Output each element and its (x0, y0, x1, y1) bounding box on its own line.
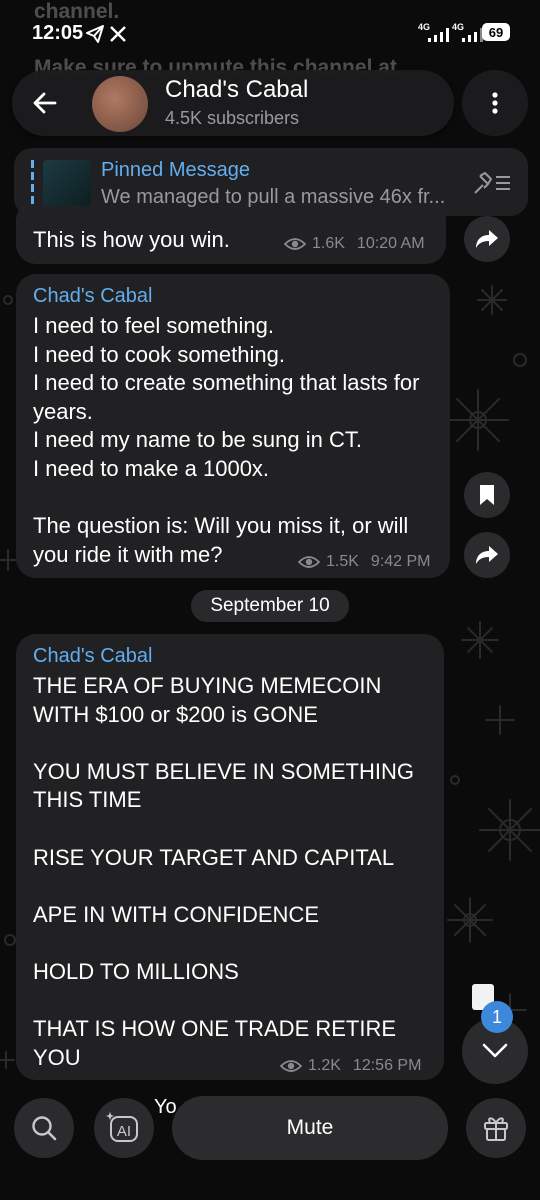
share-icon (476, 546, 498, 564)
back-button[interactable] (18, 76, 72, 130)
share-button[interactable] (464, 532, 510, 578)
message-time: 12:56 PM (352, 1057, 422, 1074)
unread-badge: 1 (481, 1001, 513, 1033)
channel-title: Chad's Cabal (165, 76, 309, 103)
more-options-button[interactable] (462, 70, 528, 136)
battery-indicator: 69 (482, 23, 510, 41)
channel-header[interactable]: Chad's Cabal 4.5K subscribers (12, 70, 454, 136)
message-time: 10:20 AM (356, 235, 425, 252)
message-meta: 1.2K 12:56 PM (280, 1057, 421, 1075)
back-icon (33, 92, 57, 114)
status-bar: 12:05 4G 4G 69 (0, 0, 540, 66)
eye-icon (298, 556, 320, 568)
view-count: 1.6K (312, 235, 345, 252)
pinned-thumbnail (43, 160, 91, 206)
message-sender: Chad's Cabal (33, 645, 153, 667)
pinned-label: Pinned Message (101, 159, 250, 181)
status-time: 12:05 (32, 22, 84, 44)
chevron-down-icon (482, 1043, 508, 1058)
message-text: THE ERA OF BUYING MEMECOIN WITH $100 or … (33, 673, 414, 1070)
pinned-indicator (31, 160, 34, 206)
signal-bars-icon (428, 28, 449, 42)
share-button[interactable] (464, 216, 510, 262)
date-separator: September 10 (191, 590, 349, 622)
message-meta: 1.6K 10:20 AM (284, 235, 425, 253)
svg-text:AI: AI (117, 1123, 131, 1140)
message-bubble[interactable]: Chad's Cabal I need to feel something. I… (16, 274, 450, 578)
bookmark-icon (480, 485, 494, 505)
signal-bars-icon (462, 28, 483, 42)
message-sender: Chad's Cabal (33, 285, 153, 307)
bookmark-button[interactable] (464, 472, 510, 518)
gift-icon (484, 1117, 508, 1141)
signal-indicator: 4G (452, 22, 486, 44)
pinned-message-bar[interactable]: Pinned Message We managed to pull a mass… (14, 148, 528, 216)
search-button[interactable] (14, 1098, 74, 1158)
message-time: 9:42 PM (370, 553, 431, 570)
view-count: 1.5K (326, 553, 359, 570)
gift-button[interactable] (466, 1098, 526, 1158)
telegram-notification-icon (86, 25, 104, 43)
pinned-preview: We managed to pull a massive 46x fr... (101, 186, 446, 208)
message-text: This is how you win. (33, 227, 230, 252)
signal-indicator: 4G (418, 22, 452, 44)
share-icon (476, 230, 498, 248)
message-bubble[interactable]: Chad's Cabal THE ERA OF BUYING MEMECOIN … (16, 634, 444, 1080)
subscriber-count: 4.5K subscribers (165, 108, 300, 128)
mute-button[interactable]: Mute (172, 1096, 448, 1160)
more-icon (492, 92, 498, 114)
message-meta: 1.5K 9:42 PM (298, 553, 431, 571)
x-notification-icon (110, 26, 126, 42)
eye-icon (284, 238, 306, 250)
channel-avatar[interactable] (92, 76, 148, 132)
eye-icon (280, 1060, 302, 1072)
view-count: 1.2K (308, 1057, 341, 1074)
ai-button[interactable]: AI (94, 1098, 154, 1158)
message-text: I need to feel something. I need to cook… (33, 313, 420, 567)
ai-sparkle-icon: AI (106, 1112, 138, 1142)
unpin-list-icon[interactable] (472, 170, 512, 196)
search-icon (32, 1116, 57, 1141)
